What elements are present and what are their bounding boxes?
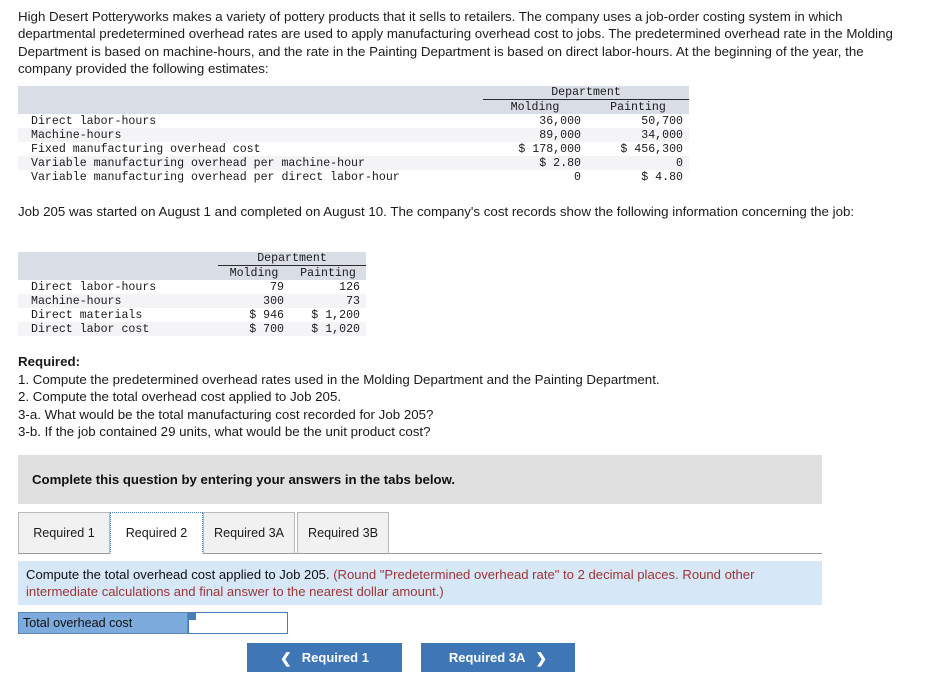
- row-label: Direct labor-hours: [18, 280, 218, 294]
- row-value-painting: 73: [290, 294, 366, 308]
- question-main-text: Compute the total overhead cost applied …: [26, 567, 330, 582]
- row-label: Direct labor cost: [18, 322, 218, 336]
- job-column-header-molding: Molding: [218, 265, 290, 280]
- table-row: Machine-hours 89,000 34,000: [18, 128, 689, 142]
- row-label: Fixed manufacturing overhead cost: [18, 142, 483, 156]
- previous-required-button[interactable]: ❮ Required 1: [247, 643, 402, 672]
- row-label: Machine-hours: [18, 294, 218, 308]
- required-title: Required:: [18, 354, 81, 369]
- estimates-group-header: Department: [483, 86, 689, 100]
- required-item-1: 1. Compute the predetermined overhead ra…: [18, 371, 660, 387]
- estimates-column-header-painting: Painting: [587, 99, 689, 114]
- total-overhead-cost-label: Total overhead cost: [18, 612, 188, 634]
- job-subheader-spacer: [18, 265, 218, 280]
- tab-required-2-label: Required 2: [125, 526, 188, 540]
- total-overhead-input-wrapper: [188, 612, 288, 634]
- chevron-left-icon: ❮: [280, 649, 292, 666]
- tab-required-3b[interactable]: Required 3B: [297, 512, 389, 554]
- table-row: Fixed manufacturing overhead cost $ 178,…: [18, 142, 689, 156]
- tab-required-3a-label: Required 3A: [213, 526, 284, 540]
- row-value-molding: $ 178,000: [483, 142, 587, 156]
- row-value-molding: $ 2.80: [483, 156, 587, 170]
- estimates-table-column-header-row: Molding Painting: [18, 99, 689, 114]
- required-block: Required: 1. Compute the predetermined o…: [18, 353, 848, 441]
- total-overhead-cost-input[interactable]: [188, 612, 288, 634]
- total-overhead-cost-label-text: Total overhead cost: [23, 616, 133, 630]
- row-value-painting: $ 1,200: [290, 308, 366, 322]
- tab-required-3a[interactable]: Required 3A: [203, 512, 295, 554]
- chevron-right-icon: ❯: [535, 649, 548, 666]
- table-row: Direct labor-hours 36,000 50,700: [18, 114, 689, 128]
- table-row: Direct labor-hours 79 126: [18, 280, 366, 294]
- estimates-table-group-header-row: Department: [18, 86, 689, 100]
- row-label: Machine-hours: [18, 128, 483, 142]
- job-column-header-painting: Painting: [290, 265, 366, 280]
- job-group-header: Department: [218, 252, 366, 266]
- row-value-painting: 126: [290, 280, 366, 294]
- row-value-molding: $ 700: [218, 322, 290, 336]
- row-value-painting: $ 4.80: [587, 170, 689, 184]
- estimates-subheader-spacer: [18, 99, 483, 114]
- row-value-painting: 0: [587, 156, 689, 170]
- row-value-painting: 50,700: [587, 114, 689, 128]
- row-value-painting: 34,000: [587, 128, 689, 142]
- job-table-group-header-row: Department: [18, 252, 366, 266]
- row-value-painting: $ 1,020: [290, 322, 366, 336]
- tab-required-3b-label: Required 3B: [307, 526, 378, 540]
- row-value-molding: 0: [483, 170, 587, 184]
- next-required-button[interactable]: Required 3A ❯: [421, 643, 575, 672]
- row-label: Direct materials: [18, 308, 218, 322]
- row-label: Variable manufacturing overhead per mach…: [18, 156, 483, 170]
- tab-required-1[interactable]: Required 1: [18, 512, 110, 554]
- row-label: Variable manufacturing overhead per dire…: [18, 170, 483, 184]
- job-header-spacer: [18, 252, 218, 266]
- next-required-button-label: Required 3A: [448, 650, 526, 665]
- required-item-3b: 3-b. If the job contained 29 units, what…: [18, 424, 431, 440]
- question-instruction-panel: Compute the total overhead cost applied …: [18, 561, 822, 605]
- row-label: Direct labor-hours: [18, 114, 483, 128]
- answer-row: Total overhead cost: [18, 612, 288, 634]
- tab-required-1-label: Required 1: [33, 526, 95, 540]
- required-item-2: 2. Compute the total overhead cost appli…: [18, 389, 342, 405]
- job-intro-paragraph: Job 205 was started on August 1 and comp…: [18, 204, 855, 219]
- estimates-column-header-molding: Molding: [483, 99, 587, 114]
- tab-required-2[interactable]: Required 2: [110, 512, 203, 554]
- complete-question-banner-text: Complete this question by entering your …: [32, 472, 456, 487]
- table-row: Variable manufacturing overhead per mach…: [18, 156, 689, 170]
- table-row: Variable manufacturing overhead per dire…: [18, 170, 689, 184]
- previous-required-button-label: Required 1: [301, 650, 369, 665]
- job-cost-table: Department Molding Painting Direct labor…: [18, 252, 366, 336]
- row-value-molding: 300: [218, 294, 290, 308]
- required-item-3a: 3-a. What would be the total manufacturi…: [18, 406, 434, 422]
- tab-strip: Required 1 Required 2 Required 3A Requir…: [18, 512, 822, 554]
- estimates-header-spacer: [18, 86, 483, 100]
- table-row: Direct materials $ 946 $ 1,200: [18, 308, 366, 322]
- job-table-column-header-row: Molding Painting: [18, 265, 366, 280]
- row-value-molding: 89,000: [483, 128, 587, 142]
- table-row: Machine-hours 300 73: [18, 294, 366, 308]
- row-value-molding: $ 946: [218, 308, 290, 322]
- estimates-table: Department Molding Painting Direct labor…: [18, 86, 689, 184]
- row-value-painting: $ 456,300: [587, 142, 689, 156]
- row-value-molding: 36,000: [483, 114, 587, 128]
- table-row: Direct labor cost $ 700 $ 1,020: [18, 322, 366, 336]
- complete-question-banner: Complete this question by entering your …: [18, 455, 822, 504]
- intro-paragraph: High Desert Potteryworks makes a variety…: [18, 9, 893, 77]
- row-value-molding: 79: [218, 280, 290, 294]
